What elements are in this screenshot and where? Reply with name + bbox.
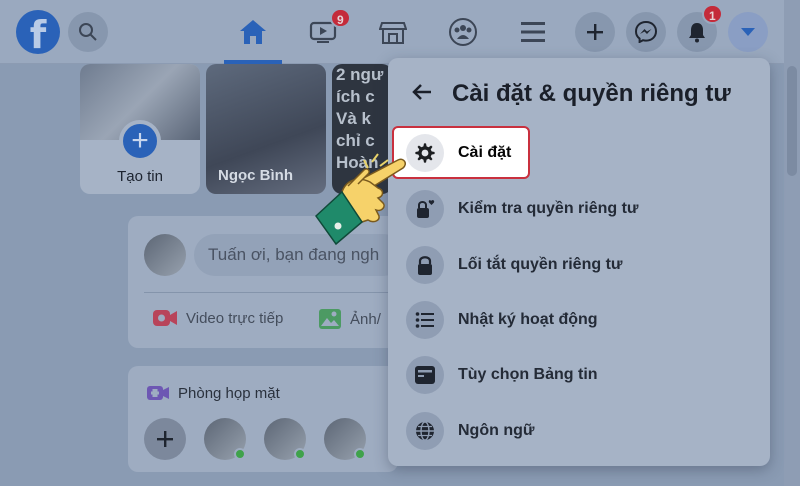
menu-label: Cài đặt <box>458 143 512 161</box>
add-story-icon: + <box>119 120 161 162</box>
panel-header: Cài đặt & quyền riêng tư <box>412 80 731 108</box>
live-video-button[interactable]: Video trực tiếp <box>152 308 283 328</box>
rooms-title-label: Phòng họp mặt <box>178 384 280 402</box>
photo-button[interactable]: Ảnh/ <box>318 308 381 330</box>
menu-item-feed-preferences[interactable]: Tùy chọn Bảng tin <box>402 350 752 400</box>
story-text-line: ích c <box>336 87 375 106</box>
back-button[interactable] <box>412 80 442 108</box>
nav-marketplace[interactable] <box>375 14 411 50</box>
menu-item-activity-log[interactable]: Nhật ký hoạt động <box>402 295 752 345</box>
online-dot <box>294 448 306 460</box>
menu-item-language[interactable]: Ngôn ngữ <box>402 406 752 456</box>
back-arrow-icon <box>412 84 431 100</box>
create-story-label: Tạo tin <box>117 168 163 185</box>
lock-icon <box>406 246 444 284</box>
rooms-title: Phòng họp mặt <box>146 384 280 402</box>
story-friend[interactable]: Ngọc Bình <box>206 64 326 194</box>
globe-icon <box>406 412 444 450</box>
menu-label: Lối tắt quyền riêng tư <box>458 256 623 273</box>
top-bar: f 9 1 <box>0 0 800 64</box>
create-room-button[interactable] <box>144 418 186 460</box>
home-icon <box>240 20 266 44</box>
nav-menu[interactable] <box>515 14 551 50</box>
plus-icon <box>157 431 173 447</box>
online-dot <box>354 448 366 460</box>
groups-icon <box>449 18 477 46</box>
messenger-icon <box>635 21 657 43</box>
menu-label: Kiểm tra quyền riêng tư <box>458 200 639 217</box>
bell-icon <box>689 23 705 43</box>
menu-item-settings[interactable]: Cài đặt <box>392 126 530 179</box>
menu-label: Ngôn ngữ <box>458 422 535 439</box>
store-icon <box>379 22 407 44</box>
plus-icon <box>587 24 603 40</box>
facebook-logo[interactable]: f <box>16 10 60 54</box>
pointing-hand-icon <box>315 153 406 246</box>
menu-label: Nhật ký hoạt động <box>458 311 598 328</box>
rooms-card: Phòng họp mặt <box>128 366 398 472</box>
story-text-line: chỉ c <box>336 131 375 150</box>
story-text-line: 2 ngư <box>336 65 384 84</box>
live-video-icon <box>153 310 177 326</box>
hamburger-icon <box>521 22 545 42</box>
menu-label: Tùy chọn Bảng tin <box>458 366 598 383</box>
live-video-label: Video trực tiếp <box>186 309 284 327</box>
notifications-badge: 1 <box>702 4 723 24</box>
scrollbar-thumb[interactable] <box>787 66 797 176</box>
story-text-line: Và k <box>336 109 371 128</box>
photo-icon <box>319 309 341 329</box>
panel-title: Cài đặt & quyền riêng tư <box>452 80 731 107</box>
watch-badge: 9 <box>330 8 351 28</box>
create-button[interactable] <box>575 12 615 52</box>
list-icon <box>406 301 444 339</box>
menu-item-privacy-shortcuts[interactable]: Lối tắt quyền riêng tư <box>402 240 752 290</box>
caret-down-icon <box>741 28 755 36</box>
photo-label: Ảnh/ <box>350 310 381 328</box>
menu-item-privacy-checkup[interactable]: Kiểm tra quyền riêng tư <box>402 184 752 234</box>
online-dot <box>234 448 246 460</box>
search-button[interactable] <box>68 12 108 52</box>
composer-divider <box>144 292 394 293</box>
avatar[interactable] <box>144 234 186 276</box>
nav-groups[interactable] <box>445 14 481 50</box>
feed-icon <box>406 356 444 394</box>
search-icon <box>79 23 97 41</box>
story-create[interactable]: + Tạo tin <box>80 64 200 194</box>
nav-home[interactable] <box>235 14 271 50</box>
story-friend-name: Ngọc Bình <box>218 167 293 184</box>
account-button[interactable] <box>728 12 768 52</box>
room-video-icon <box>147 386 169 400</box>
settings-privacy-panel: Cài đặt & quyền riêng tư Kiểm tra quyền … <box>388 58 770 466</box>
logo-letter: f <box>29 13 47 54</box>
messenger-button[interactable] <box>626 12 666 52</box>
